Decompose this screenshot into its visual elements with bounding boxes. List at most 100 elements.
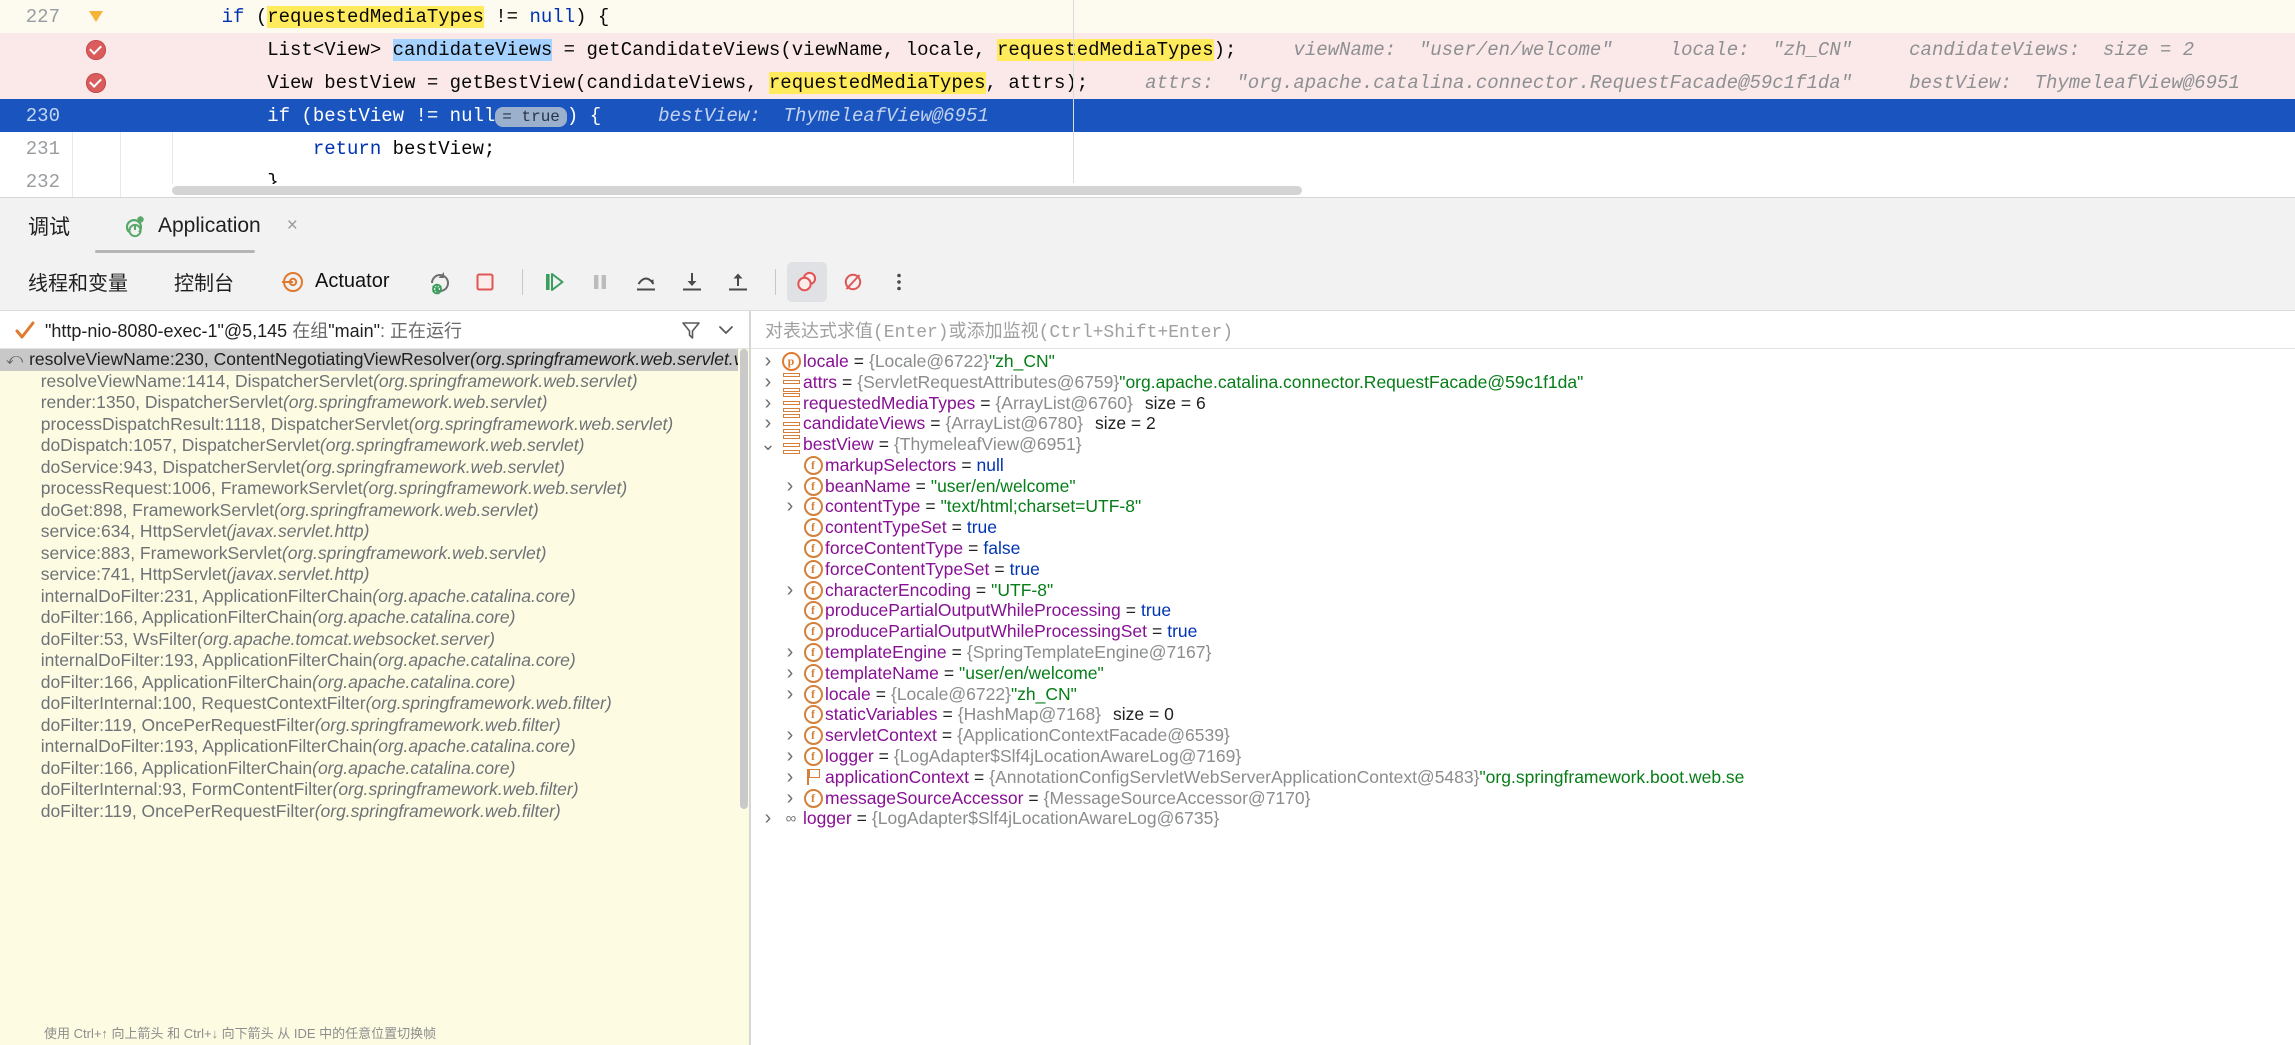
chevron-right-icon[interactable]: › xyxy=(779,662,801,685)
stack-frame-row[interactable]: ⤺doFilter:166, ApplicationFilterChain (o… xyxy=(0,607,749,629)
evaluate-expression-bar[interactable]: 对表达式求值(Enter)或添加监视(Ctrl+Shift+Enter) xyxy=(750,311,2295,349)
thread-selector[interactable]: "http-nio-8080-exec-1"@5,145 在组"main": 正… xyxy=(0,311,749,349)
variable-row[interactable]: › f templateEngine = {SpringTemplateEngine@7… xyxy=(751,641,2295,664)
variable-row[interactable]: › f messageSourceAccessor = {MessageSourceAc… xyxy=(751,787,2295,810)
variable-row[interactable]: › f characterEncoding = "UTF-8" xyxy=(751,579,2295,602)
gutter-icon-cell[interactable] xyxy=(72,72,120,93)
variable-row[interactable]: f markupSelectors = null xyxy=(751,455,2295,476)
stack-frame-row[interactable]: ⤺doDispatch:1057, DispatcherServlet (org… xyxy=(0,435,749,457)
chevron-right-icon[interactable]: › xyxy=(779,495,801,518)
stack-frames-list[interactable]: ⤺ resolveViewName:230, ContentNegotiating… xyxy=(0,349,749,1023)
chevron-right-icon[interactable]: › xyxy=(779,475,801,498)
chevron-down-icon[interactable] xyxy=(713,317,739,343)
variable-row[interactable]: › p locale = {Locale@6722} "zh_CN" xyxy=(751,350,2295,373)
variable-row[interactable]: › requestedMediaTypes = {ArrayList@6760} si… xyxy=(751,392,2295,415)
breakpoint-icon[interactable] xyxy=(86,39,106,60)
code-line[interactable]: 231 return bestView; xyxy=(0,132,2295,165)
stack-frame-row[interactable]: ⤺doFilterInternal:100, RequestContextFil… xyxy=(0,693,749,715)
tab-threads-and-variables[interactable]: 线程和变量 xyxy=(28,267,128,296)
chevron-right-icon[interactable]: › xyxy=(779,766,801,789)
chevron-right-icon[interactable]: › xyxy=(757,412,779,435)
resume-button[interactable] xyxy=(534,262,574,302)
code-line[interactable]: 227 if (requestedMediaTypes != null) { xyxy=(0,0,2295,36)
variable-row[interactable]: › f templateName = "user/en/welcome" xyxy=(751,662,2295,685)
tab-application[interactable]: Application × xyxy=(114,209,306,243)
breakpoint-icon[interactable] xyxy=(86,72,106,93)
chevron-right-icon[interactable]: › xyxy=(757,371,779,394)
chevron-down-icon[interactable]: ⌄ xyxy=(757,434,779,455)
variable-row[interactable]: f staticVariables = {HashMap@7168} size = 0 xyxy=(751,704,2295,726)
chevron-right-icon[interactable]: › xyxy=(757,350,779,373)
rerun-debug-button[interactable] xyxy=(419,262,459,302)
stack-frame-row[interactable]: ⤺service:634, HttpServlet (javax.servlet… xyxy=(0,521,749,543)
stack-frame-row[interactable]: ⤺internalDoFilter:193, ApplicationFilter… xyxy=(0,736,749,758)
variable-row[interactable]: f producePartialOutputWhileProcessingSet =… xyxy=(751,621,2295,642)
stack-frame-row[interactable]: ⤺service:883, FrameworkServlet (org.spri… xyxy=(0,543,749,565)
editor-horizontal-scrollbar[interactable] xyxy=(172,184,2295,197)
variable-row[interactable]: › f logger = {LogAdapter$Slf4jLocationAwareL… xyxy=(751,745,2295,768)
stack-frame-row[interactable]: ⤺resolveViewName:1414, DispatcherServlet… xyxy=(0,371,749,393)
code-line[interactable]: View bestView = getBestView(candidateVie… xyxy=(0,66,2295,99)
tab-console[interactable]: 控制台 xyxy=(174,267,234,296)
stack-frame-row[interactable]: ⤺internalDoFilter:193, ApplicationFilter… xyxy=(0,650,749,672)
chevron-right-icon[interactable]: › xyxy=(779,579,801,602)
stack-frame-row[interactable]: ⤺doFilter:119, OncePerRequestFilter (org… xyxy=(0,715,749,737)
stack-frame-row[interactable]: ⤺doFilter:53, WsFilter (org.apache.tomca… xyxy=(0,629,749,651)
more-options-button[interactable] xyxy=(879,262,919,302)
view-breakpoints-button[interactable] xyxy=(787,261,828,302)
pause-button[interactable] xyxy=(580,262,620,302)
variable-row[interactable]: f forceContentTypeSet = true xyxy=(751,559,2295,580)
variable-row[interactable]: › attrs = {ServletRequestAttributes@6759} "… xyxy=(751,371,2295,394)
stack-frame-row[interactable]: ⤺doService:943, DispatcherServlet (org.s… xyxy=(0,457,749,479)
step-out-button[interactable] xyxy=(718,262,758,302)
variables-tree[interactable]: › p locale = {Locale@6722} "zh_CN" › attrs = {Se… xyxy=(750,349,2295,1045)
variable-row[interactable]: f producePartialOutputWhileProcessing = tru… xyxy=(751,600,2295,622)
variable-row[interactable]: › f contentType = "text/html;charset=UTF-8" xyxy=(751,495,2295,518)
stack-frame-row[interactable]: ⤺doFilter:166, ApplicationFilterChain (o… xyxy=(0,672,749,694)
chevron-right-icon[interactable]: › xyxy=(757,807,779,830)
tab-actuator[interactable]: Actuator xyxy=(280,269,389,295)
filter-icon[interactable] xyxy=(678,317,704,343)
step-into-button[interactable] xyxy=(672,262,712,302)
chevron-right-icon[interactable]: › xyxy=(779,641,801,664)
variable-row[interactable]: › candidateViews = {ArrayList@6780} size = … xyxy=(751,412,2295,435)
gutter-icon-cell[interactable] xyxy=(72,39,120,60)
close-icon[interactable]: × xyxy=(287,215,298,237)
code-line[interactable]: 230 if (bestView != null = true) { bestVi… xyxy=(0,99,2295,132)
stop-button[interactable] xyxy=(465,262,505,302)
stack-frame-row[interactable]: ⤺doFilter:119, OncePerRequestFilter (org… xyxy=(0,801,749,823)
code-line[interactable]: List<View> candidateViews = getCandidate… xyxy=(0,33,2295,66)
variable-row[interactable]: › ∞ logger = {LogAdapter$Slf4jLocationAwareL… xyxy=(751,807,2295,830)
frames-scroll-thumb[interactable] xyxy=(740,349,748,809)
stack-frame-row[interactable]: ⤺doGet:898, FrameworkServlet (org.spring… xyxy=(0,500,749,522)
step-over-button[interactable] xyxy=(626,262,666,302)
variable-row[interactable]: › applicationContext = {AnnotationConfigSer… xyxy=(751,766,2295,789)
variable-row[interactable]: f forceContentType = false xyxy=(751,538,2295,559)
stack-frame-row[interactable]: ⤺internalDoFilter:231, ApplicationFilter… xyxy=(0,586,749,608)
frames-scrollbar[interactable] xyxy=(738,349,749,1023)
variables-rows[interactable]: › p locale = {Locale@6722} "zh_CN" › attrs = {Se… xyxy=(751,350,2295,830)
chevron-right-icon[interactable]: › xyxy=(757,392,779,415)
chevron-right-icon[interactable]: › xyxy=(779,724,801,747)
stack-frame-row[interactable]: ⤺processRequest:1006, FrameworkServlet (… xyxy=(0,478,749,500)
variable-row[interactable]: › f servletContext = {ApplicationContextFaca… xyxy=(751,724,2295,747)
stack-frame-row[interactable]: ⤺doFilter:166, ApplicationFilterChain (o… xyxy=(0,758,749,780)
variable-row[interactable]: ⌄ bestView = {ThymeleafView@6951} xyxy=(751,434,2295,455)
chevron-right-icon[interactable]: › xyxy=(779,745,801,768)
chevron-right-icon[interactable]: › xyxy=(779,683,801,706)
mute-breakpoints-button[interactable] xyxy=(833,262,873,302)
chevron-right-icon[interactable]: › xyxy=(779,787,801,810)
stack-frame-row[interactable]: ⤺doFilterInternal:93, FormContentFilter … xyxy=(0,779,749,801)
stack-frame-row[interactable]: ⤺render:1350, DispatcherServlet (org.spr… xyxy=(0,392,749,414)
editor-scroll-thumb[interactable] xyxy=(172,186,1302,195)
variable-row[interactable]: › f locale = {Locale@6722} "zh_CN" xyxy=(751,683,2295,706)
stack-frames-rows[interactable]: ⤺ resolveViewName:230, ContentNegotiating… xyxy=(0,349,749,822)
variable-row[interactable]: f contentTypeSet = true xyxy=(751,517,2295,538)
gutter-icon-cell[interactable] xyxy=(72,11,120,36)
stack-frame-row[interactable]: ⤺processDispatchResult:1118, DispatcherS… xyxy=(0,414,749,436)
stack-frame-row[interactable]: ⤺service:741, HttpServlet (javax.servlet… xyxy=(0,564,749,586)
code-lines[interactable]: 227 if (requestedMediaTypes != null) { L… xyxy=(0,0,2295,197)
bulb-icon[interactable] xyxy=(89,11,103,36)
variable-row[interactable]: › f beanName = "user/en/welcome" xyxy=(751,475,2295,498)
stack-frame-row[interactable]: ⤺ resolveViewName:230, ContentNegotiating… xyxy=(0,349,749,371)
